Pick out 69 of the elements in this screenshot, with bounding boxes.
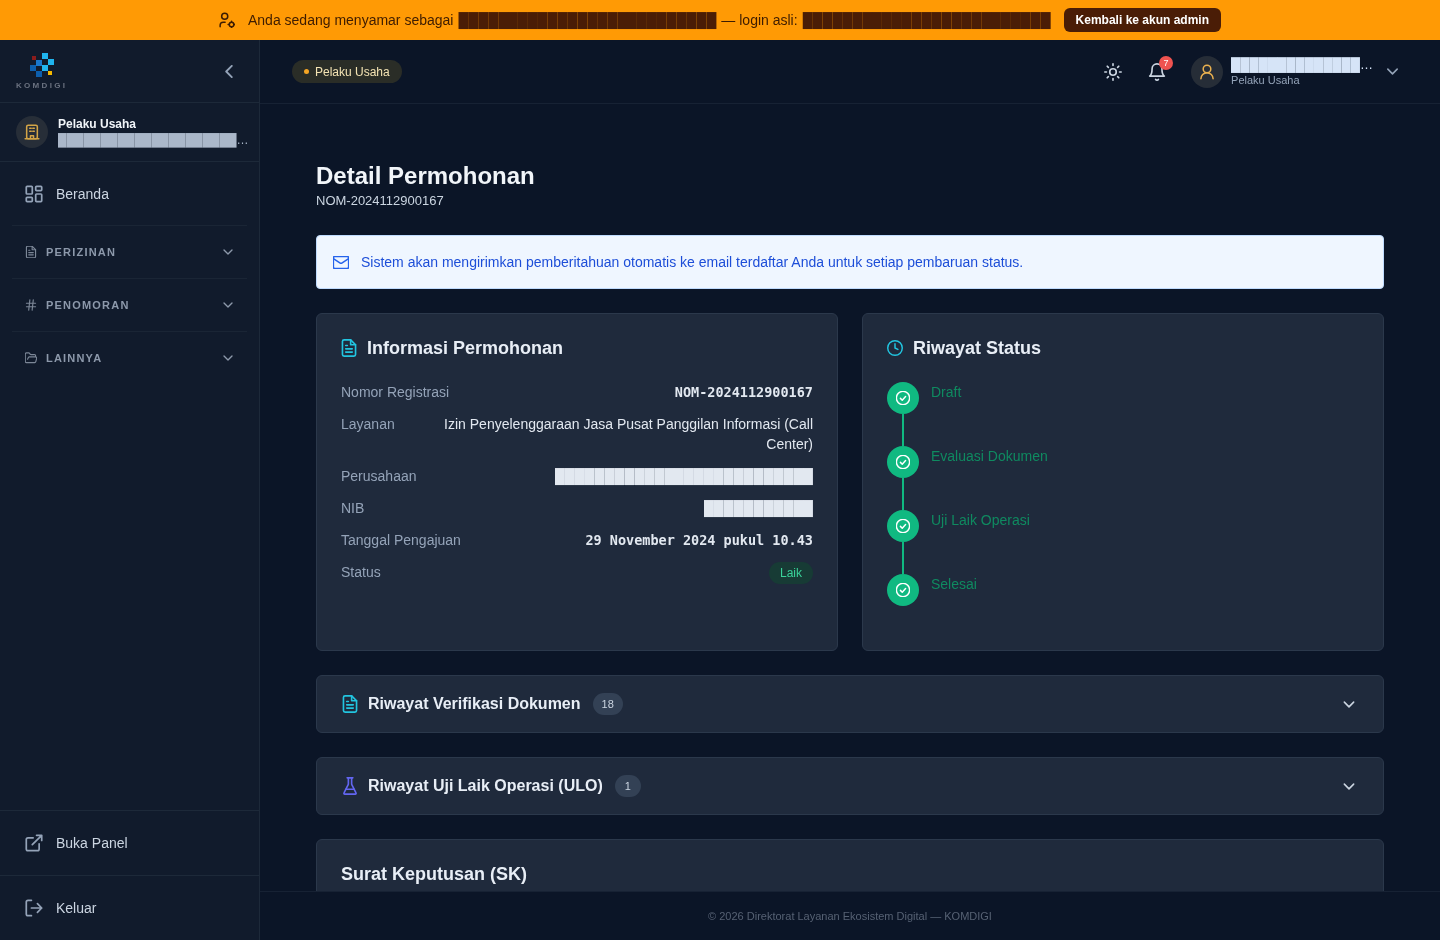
document-icon (342, 695, 358, 713)
field-value: NOM-2024112900167 (674, 383, 813, 402)
nav-link[interactable]: Beranda (12, 162, 247, 225)
field-value: ███████████ (703, 499, 813, 518)
footer-text: © 2026 Direktorat Layanan Ekosistem Digital — KOMDIGI (708, 910, 992, 922)
external-link-icon (25, 834, 43, 852)
user-role: Pelaku Usaha (1231, 73, 1301, 87)
chevron-down-icon[interactable] (223, 302, 233, 308)
field-label: Nomor Registrasi (341, 383, 450, 402)
notification-count: 7 (1159, 55, 1174, 70)
card-title: Surat Keputusan (SK) (341, 864, 527, 884)
logo-icon (28, 52, 55, 77)
document-icon (341, 339, 357, 357)
redacted-text: █████████████████████████ (802, 12, 1051, 28)
flask-icon (342, 777, 358, 795)
chevron-down-icon[interactable] (1343, 782, 1355, 790)
nav-link[interactable]: Keluar (0, 875, 259, 940)
step-label: Uji Laik Operasi (931, 511, 1030, 530)
count-badge: 1 (614, 775, 641, 797)
chevron-down-icon[interactable] (1387, 68, 1398, 75)
step-label: Draft (931, 383, 962, 402)
field-value: 29 November 2024 pukul 10.43 (585, 531, 813, 550)
field-label: Status (341, 563, 381, 582)
redacted-text: ██████████████████████████ (458, 12, 717, 28)
logo-text: KOMDIGI (16, 80, 68, 90)
bell-icon (1148, 62, 1167, 81)
nav-group[interactable]: PENOMORAN (12, 278, 247, 331)
accordion-header[interactable]: Riwayat Uji Laik Operasi (ULO) 1 (316, 757, 1384, 815)
chevron-down-icon[interactable] (1343, 700, 1355, 708)
step-label: Evaluasi Dokumen (931, 447, 1048, 466)
file-icon (25, 246, 37, 258)
field-label: Perusahaan (341, 467, 417, 486)
profile-role: Pelaku Usaha (58, 116, 138, 132)
user-gear-icon (219, 12, 235, 28)
page-subtitle: NOM-2024112900167 (316, 193, 445, 209)
count-badge: 18 (592, 693, 623, 715)
field-label: Tanggal Pengajuan (341, 531, 461, 550)
nav-link[interactable]: Buka Panel (0, 810, 259, 875)
field-value: Izin Penyelenggaraan Jasa Pusat Panggilan Informasi (Call Center) (443, 415, 813, 454)
building-avatar-icon (16, 116, 48, 148)
role-text: Pelaku Usaha (315, 64, 390, 79)
banner-text: Anda sedang menyamar sebagai (248, 12, 454, 28)
field-label: Layanan (341, 415, 395, 434)
nav-group[interactable]: PERIZINAN (12, 225, 247, 278)
status-badge: Laik (769, 562, 813, 584)
dot-icon (304, 69, 309, 74)
field-label: NIB (341, 499, 365, 518)
hash-icon (25, 299, 37, 311)
nav-group[interactable]: LAINNYA (12, 331, 247, 384)
sun-icon[interactable] (1104, 62, 1123, 81)
field-value: ██████████████████████████ (555, 467, 813, 486)
page-title: Detail Permohonan (316, 161, 536, 191)
dashboard-icon (25, 184, 43, 203)
card-title: Informasi Permohonan (367, 337, 564, 359)
logout-icon (25, 899, 43, 917)
chevron-down-icon[interactable] (223, 355, 233, 361)
redacted-text: ██████████████… (1231, 56, 1373, 73)
card-title: Riwayat Status (913, 337, 1042, 359)
clock-icon (887, 339, 903, 357)
mail-icon (333, 255, 349, 269)
step-label: Selesai (931, 575, 977, 594)
chevron-down-icon[interactable] (223, 249, 233, 255)
return-to-admin-button[interactable]: Kembali ke akun admin (1063, 8, 1221, 32)
banner-text: — login asli: (721, 12, 798, 28)
user-avatar-icon[interactable] (1191, 55, 1224, 88)
folder-icon (25, 352, 37, 364)
accordion-header[interactable]: Riwayat Verifikasi Dokumen 18 (316, 675, 1384, 733)
chevron-left-icon[interactable] (225, 64, 233, 78)
alert-text: Sistem akan mengirimkan pemberitahuan otomatis ke email terdaftar Anda untuk setiap pembaruan status. (361, 254, 1024, 270)
